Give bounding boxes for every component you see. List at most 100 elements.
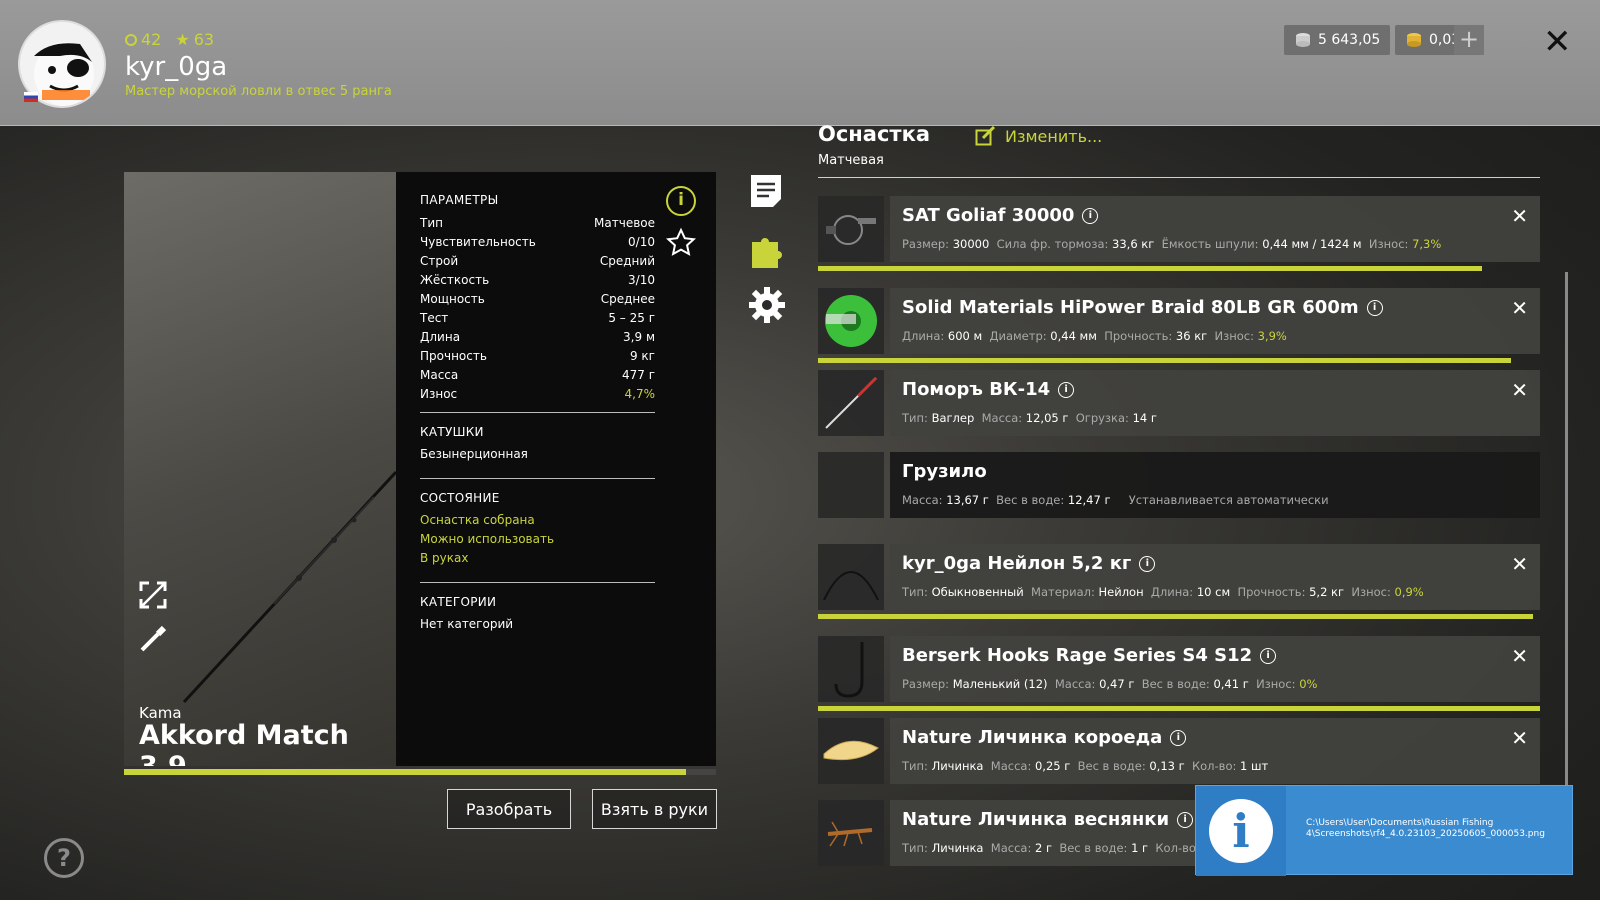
item-properties: Размер: 30000 Сила фр. тормоза: 33,6 кг … xyxy=(902,237,1441,251)
prop-label: Кол-во: xyxy=(1191,759,1237,773)
param-label: Тест xyxy=(420,311,449,325)
param-value: Матчевое xyxy=(594,216,655,230)
prop-value: 600 м xyxy=(947,329,983,343)
settings-gear-icon[interactable] xyxy=(748,286,785,323)
prop-label: Масса: xyxy=(902,493,943,507)
profile-header: 42 ★ 63 kyr_0ga Мастер морской ловли в от… xyxy=(0,0,1600,126)
info-icon[interactable]: i xyxy=(666,186,696,216)
item-name-row: kyr_0ga Нейлон 5,2 кг i xyxy=(902,553,1156,574)
param-row: Строй Средний xyxy=(420,254,655,268)
info-icon[interactable]: i xyxy=(1170,729,1187,746)
item-details: SAT Goliaf 30000 i Размер: 30000 Сила фр. … xyxy=(890,196,1540,262)
equipment-item[interactable]: Грузило Масса: 13,67 г Вес в воде: 12,47 … xyxy=(818,452,1540,518)
rank-indicator: ★ 63 xyxy=(175,30,214,49)
equipment-item[interactable]: Поморъ ВК-14 i Тип: Ваглер Масса: 12,05 г … xyxy=(818,370,1540,436)
param-label: Длина xyxy=(420,330,461,344)
scrollbar[interactable] xyxy=(1565,272,1568,864)
remove-item-icon[interactable]: ✕ xyxy=(1511,378,1528,402)
item-name-row: Berserk Hooks Rage Series S4 S12 i xyxy=(902,645,1277,666)
screenshot-notification[interactable]: i C:\Users\User\Documents\Russian Fishin… xyxy=(1195,785,1573,876)
take-in-hands-button[interactable]: Взять в руки xyxy=(592,789,717,829)
prop-label: Размер: xyxy=(902,677,950,691)
prop-value: 33,6 кг xyxy=(1112,237,1155,251)
param-row: Тест 5 – 25 г xyxy=(420,311,655,325)
item-condition-bar xyxy=(818,614,1533,619)
remove-item-icon[interactable]: ✕ xyxy=(1511,552,1528,576)
item-name: Solid Materials HiPower Braid 80LB GR 60… xyxy=(902,297,1359,318)
player-title: Мастер морской ловли в отвес 5 ранга xyxy=(125,84,392,99)
wear-value: 3,9% xyxy=(1257,329,1287,343)
close-button[interactable]: ✕ xyxy=(1543,22,1572,62)
edit-equipment-button[interactable]: Изменить... xyxy=(975,126,1102,146)
equipment-subtitle: Матчевая xyxy=(818,153,884,168)
prop-label: Длина: xyxy=(1150,585,1194,599)
prop-label: Тип: xyxy=(902,759,928,773)
equipment-item[interactable]: kyr_0ga Нейлон 5,2 кг i Тип: Обыкновенный … xyxy=(818,544,1540,619)
item-name: Nature Личинка веснянки xyxy=(902,809,1170,830)
item-name-row: SAT Goliaf 30000 i xyxy=(902,205,1099,226)
item-condition-bar xyxy=(818,266,1483,271)
param-row: Прочность 9 кг xyxy=(420,349,655,363)
params-heading: ПАРАМЕТРЫ xyxy=(420,193,499,207)
rod-image xyxy=(182,470,396,704)
state-heading: СОСТОЯНИЕ xyxy=(420,491,500,505)
wear-label: Износ: xyxy=(1214,329,1254,343)
edit-icon xyxy=(975,126,996,146)
info-icon[interactable]: i xyxy=(1058,381,1075,398)
info-icon[interactable]: i xyxy=(1260,647,1277,664)
item-condition-bar xyxy=(818,358,1512,363)
notification-icon-box: i xyxy=(1196,786,1286,876)
favorite-star-icon[interactable] xyxy=(665,227,697,263)
wear-value: 0,9% xyxy=(1394,585,1424,599)
divider xyxy=(420,478,655,479)
prop-label: Размер: xyxy=(902,237,950,251)
rename-icon[interactable] xyxy=(138,624,168,654)
remove-item-icon[interactable]: ✕ xyxy=(1511,296,1528,320)
prop-value: Личинка xyxy=(931,759,984,773)
item-thumbnail xyxy=(818,800,884,866)
silver-amount: 5 643,05 xyxy=(1318,32,1381,48)
prop-label: Масса: xyxy=(990,759,1032,773)
notification-message: C:\Users\User\Documents\Russian Fishing … xyxy=(1306,818,1545,839)
info-icon[interactable]: i xyxy=(1366,299,1383,316)
rod-info: ПАРАМЕТРЫ i Тип Матчевое Чувствительность 0… xyxy=(396,172,716,766)
username: kyr_0ga xyxy=(125,52,228,82)
help-button[interactable]: ? xyxy=(44,838,84,878)
prop-value: 30000 xyxy=(952,237,990,251)
add-gold-button[interactable]: + xyxy=(1454,25,1484,55)
item-details: Solid Materials HiPower Braid 80LB GR 60… xyxy=(890,288,1540,354)
item-thumbnail xyxy=(818,718,884,784)
rod-condition-bar xyxy=(124,769,716,775)
equipment-divider xyxy=(818,177,1540,178)
remove-item-icon[interactable]: ✕ xyxy=(1511,204,1528,228)
rod-condition-fill xyxy=(124,769,687,775)
item-name: SAT Goliaf 30000 xyxy=(902,205,1075,226)
item-condition-bar xyxy=(818,706,1540,711)
param-row: Мощность Среднее xyxy=(420,292,655,306)
info-icon[interactable]: i xyxy=(1082,207,1099,224)
equipment-item[interactable]: Nature Личинка короеда i Тип: Личинка Масс… xyxy=(818,718,1540,784)
item-thumbnail xyxy=(818,636,884,702)
equipment-item[interactable]: Solid Materials HiPower Braid 80LB GR 60… xyxy=(818,288,1540,363)
info-icon[interactable]: i xyxy=(1177,811,1194,828)
item-details: Грузило Масса: 13,67 г Вес в воде: 12,47 … xyxy=(890,452,1540,518)
disassemble-button[interactable]: Разобрать xyxy=(447,789,571,829)
equipment-item[interactable]: SAT Goliaf 30000 i Размер: 30000 Сила фр. … xyxy=(818,196,1540,271)
remove-item-icon[interactable]: ✕ xyxy=(1511,644,1528,668)
item-name: Поморъ ВК-14 xyxy=(902,379,1051,400)
notes-icon[interactable] xyxy=(748,172,784,208)
equipment-item[interactable]: Berserk Hooks Rage Series S4 S12 i Размер:… xyxy=(818,636,1540,711)
prop-label: Прочность: xyxy=(1104,329,1173,343)
country-flag xyxy=(24,92,38,102)
info-icon[interactable]: i xyxy=(1139,555,1156,572)
item-details: Berserk Hooks Rage Series S4 S12 i Размер:… xyxy=(890,636,1540,702)
param-label: Чувствительность xyxy=(420,235,536,249)
remove-item-icon[interactable]: ✕ xyxy=(1511,726,1528,750)
expand-icon[interactable] xyxy=(138,580,168,610)
level-indicator: 42 xyxy=(125,30,161,49)
item-thumbnail xyxy=(818,196,884,262)
prop-label: Вес в воде: xyxy=(996,493,1065,507)
categories-value: Нет категорий xyxy=(420,617,514,631)
prop-value: 12,47 г xyxy=(1067,493,1111,507)
puzzle-icon[interactable] xyxy=(748,230,784,268)
